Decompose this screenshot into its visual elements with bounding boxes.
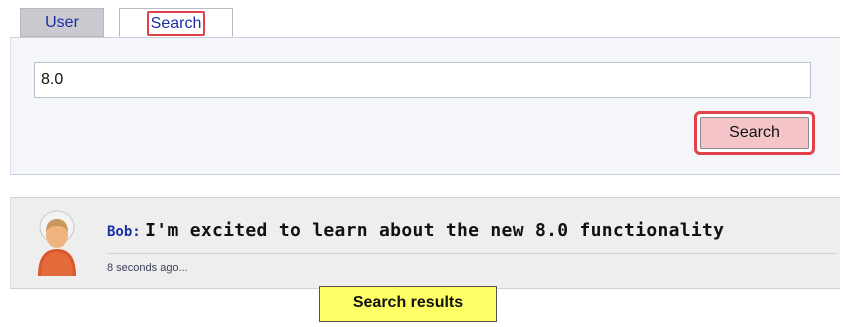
search-button[interactable]: Search [700,117,809,149]
tab-search[interactable]: Search [119,8,233,37]
tab-bar: User Search [20,8,840,38]
post-text: I'm excited to learn about the new 8.0 f… [145,220,725,241]
search-results-panel: Bob: I'm excited to learn about the new … [10,197,840,289]
search-input[interactable] [34,62,811,98]
search-results-callout: Search results [319,286,497,322]
post-divider [107,253,837,254]
post-author[interactable]: Bob: [107,224,141,240]
search-button-highlight: Search [694,111,815,155]
result-post: Bob: I'm excited to learn about the new … [107,220,724,241]
user-avatar-icon [31,208,83,278]
search-panel: Search [10,37,840,175]
tab-user-label: User [45,14,79,31]
post-timestamp: 8 seconds ago... [107,262,188,274]
tab-user[interactable]: User [20,8,104,37]
tab-search-label: Search [146,11,206,36]
